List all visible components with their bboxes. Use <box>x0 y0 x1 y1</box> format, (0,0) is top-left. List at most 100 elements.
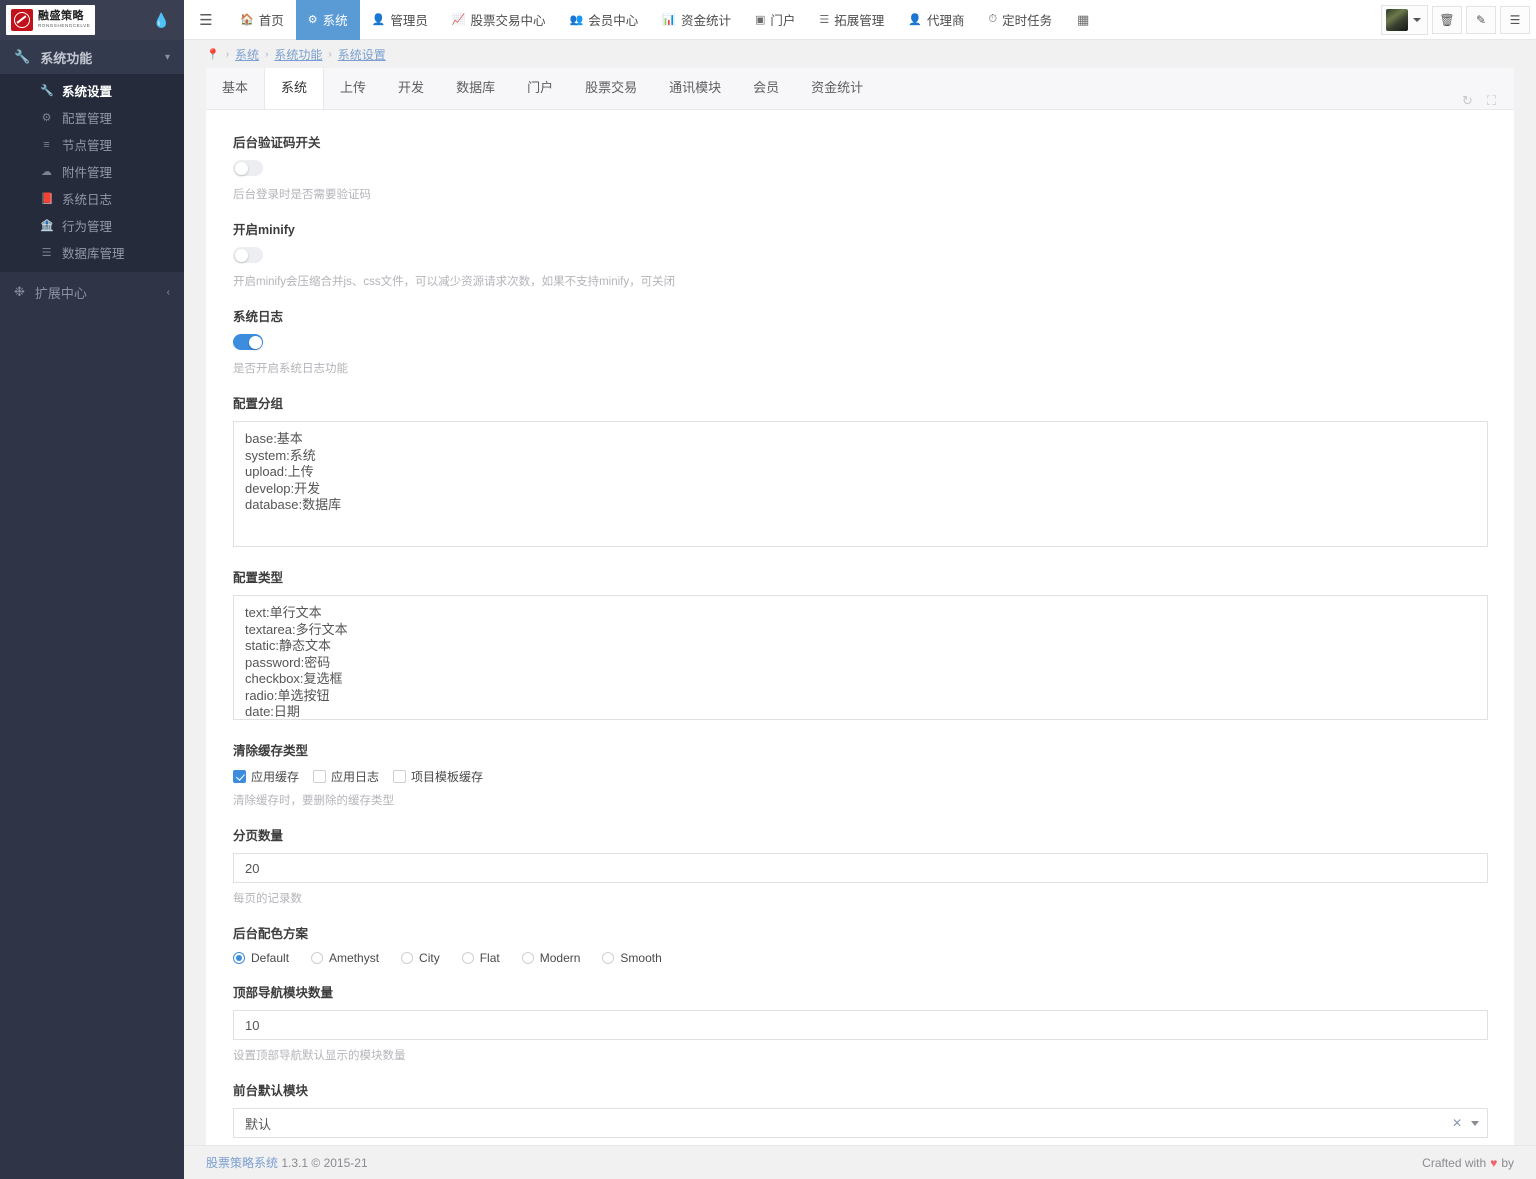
radio-flat[interactable]: Flat <box>461 951 500 965</box>
nav-item-fund-statistics[interactable]: 📊 资金统计 <box>650 0 743 40</box>
nav-item-member-center[interactable]: 👥 会员中心 <box>558 0 651 40</box>
footer-product-link[interactable]: 股票策略系统 <box>206 1154 278 1171</box>
sidebar-item-label: 数据库管理 <box>62 247 125 261</box>
gear-icon: ⚙ <box>307 14 318 26</box>
radio-default[interactable]: Default <box>233 951 289 965</box>
pencil-square-icon[interactable]: ✎ <box>1466 5 1496 34</box>
checkbox-app-cache[interactable]: 应用缓存 <box>233 768 299 785</box>
field-config-type: 配置类型 text:单行文本 textarea:多行文本 static:静态文本… <box>233 567 1488 723</box>
field-help: 清除缓存时，要删除的缓存类型 <box>233 795 394 807</box>
grid-apps-icon[interactable]: ▦ <box>1064 0 1102 40</box>
radio-dot[interactable] <box>233 952 245 964</box>
sidebar-item-config-manage[interactable]: ⚙ 配置管理 <box>0 104 184 131</box>
tab-fund-statistics[interactable]: 资金统计 <box>795 68 879 109</box>
clear-x-icon[interactable]: ✕ <box>1452 1116 1462 1130</box>
sidebar-group-system[interactable]: 🔧 系统功能 ▾ <box>0 40 184 74</box>
tab-stock-trading[interactable]: 股票交易 <box>569 68 653 109</box>
checkbox-project-template-cache[interactable]: 项目模板缓存 <box>393 768 483 785</box>
sidebar-item-attachment-manage[interactable]: ☁ 附件管理 <box>0 158 184 185</box>
nav-item-admin[interactable]: 👤 管理员 <box>360 0 440 40</box>
radio-dot[interactable] <box>521 952 534 964</box>
list-lines-icon[interactable]: ☰ <box>1500 5 1530 34</box>
breadcrumb-item-system-function[interactable]: 系统功能 <box>274 46 322 63</box>
tab-database[interactable]: 数据库 <box>440 68 511 109</box>
nav-item-label: 系统 <box>322 14 348 28</box>
checkbox-app-log[interactable]: 应用日志 <box>313 768 379 785</box>
hamburger-icon[interactable]: ☰ <box>184 0 228 40</box>
expand-icon[interactable]: ⛶ <box>1487 93 1496 109</box>
field-cache-types: 清除缓存类型 应用缓存 应用日志 项目模板缓存 清除缓存时，要删除的缓存类型 <box>233 740 1488 808</box>
field-label: 前台默认模块 <box>233 1084 309 1098</box>
nav-item-system[interactable]: ⚙ 系统 <box>295 0 360 40</box>
radio-modern[interactable]: Modern <box>521 951 580 965</box>
top-nav: 🏠 首页 ⚙ 系统 👤 管理员 📈 股票交易中心 👥 会员中心 📊 资金统计 ▣… <box>228 0 1102 40</box>
syslog-toggle[interactable] <box>233 334 263 350</box>
list-icon: ≡ <box>43 138 50 151</box>
trash-icon[interactable]: 🗑 <box>1432 5 1462 34</box>
nav-item-stock-trading-center[interactable]: 📈 股票交易中心 <box>440 0 558 40</box>
select-value: 默认 <box>245 1116 272 1132</box>
config-type-textarea[interactable]: text:单行文本 textarea:多行文本 static:静态文本 pass… <box>233 595 1488 720</box>
field-label: 开启minify <box>233 223 295 237</box>
checkbox-box[interactable] <box>313 770 327 783</box>
sidebar-item-system-log[interactable]: 📕 系统日志 <box>0 185 184 212</box>
radio-dot[interactable] <box>461 952 474 964</box>
page-size-input[interactable] <box>233 853 1488 883</box>
checkbox-box[interactable] <box>233 770 246 783</box>
radio-dot[interactable] <box>311 952 324 964</box>
caret-down-icon <box>1413 17 1421 22</box>
nav-item-scheduled-task[interactable]: ⏱ 定时任务 <box>977 0 1065 40</box>
radio-dot[interactable] <box>602 952 615 964</box>
field-label: 系统日志 <box>233 310 284 324</box>
radio-label: Smooth <box>620 951 662 965</box>
nav-item-portal[interactable]: ▣ 门户 <box>743 0 807 40</box>
field-help: 设置顶部导航默认显示的模块数量 <box>233 1050 406 1062</box>
tab-member[interactable]: 会员 <box>737 68 795 109</box>
refresh-icon[interactable]: ↻ <box>1462 93 1473 109</box>
tab-upload[interactable]: 上传 <box>324 68 382 109</box>
cloud-icon: ☁ <box>41 166 52 178</box>
radio-dot[interactable] <box>401 952 414 964</box>
sidebar-item-node-manage[interactable]: ≡ 节点管理 <box>0 131 184 158</box>
tab-basic[interactable]: 基本 <box>206 68 264 109</box>
caret-down-icon[interactable] <box>1471 1120 1479 1126</box>
radio-label: Default <box>251 951 290 965</box>
minify-toggle[interactable] <box>233 247 263 263</box>
nav-item-home[interactable]: 🏠 首页 <box>228 0 296 40</box>
tab-system[interactable]: 系统 <box>264 68 325 109</box>
sidebar-item-system-settings[interactable]: 🔧 系统设置 <box>0 77 184 104</box>
user-icon: 👤 <box>371 14 386 26</box>
radio-smooth[interactable]: Smooth <box>602 951 662 965</box>
nav-item-label: 定时任务 <box>1002 14 1053 28</box>
tab-portal[interactable]: 门户 <box>511 68 569 109</box>
sidebar-item-database-manage[interactable]: ☰ 数据库管理 <box>0 239 184 266</box>
bank-icon: 🏦 <box>40 220 54 232</box>
sidebar-item-extension-center[interactable]: ❉ 扩展中心 ‹ <box>0 275 184 309</box>
user-menu-button[interactable] <box>1381 4 1428 35</box>
checkbox-label: 应用缓存 <box>251 770 300 784</box>
nav-module-count-input[interactable] <box>233 1010 1488 1040</box>
footer-credit: Crafted with ♥ by <box>1422 1156 1514 1170</box>
nav-item-extension-manage[interactable]: ☰ 拓展管理 <box>807 0 896 40</box>
logo-mark-icon <box>11 9 33 31</box>
location-pin-icon: 📍 <box>206 48 220 61</box>
breadcrumb-item-system[interactable]: 系统 <box>235 46 259 63</box>
droplet-icon[interactable]: 💧 <box>153 12 170 29</box>
tab-develop[interactable]: 开发 <box>382 68 440 109</box>
default-module-select[interactable]: 默认 ✕ <box>233 1108 1488 1138</box>
breadcrumb-item-system-settings[interactable]: 系统设置 <box>338 46 386 63</box>
captcha-toggle[interactable] <box>233 160 263 176</box>
tab-communication-module[interactable]: 通讯模块 <box>653 68 737 109</box>
radio-amethyst[interactable]: Amethyst <box>311 951 379 965</box>
chevron-left-icon: ‹ <box>166 286 170 298</box>
config-group-textarea[interactable]: base:基本 system:系统 upload:上传 develop:开发 d… <box>233 421 1488 547</box>
sidebar-item-behavior-manage[interactable]: 🏦 行为管理 <box>0 212 184 239</box>
sidebar-item-label: 系统设置 <box>62 85 113 99</box>
content-wrapper: 基本 系统 上传 开发 数据库 门户 股票交易 通讯模块 会员 资金统计 ↻ ⛶ <box>184 68 1536 1145</box>
chart-line-icon: 📈 <box>451 14 466 26</box>
brand-logo[interactable]: 融盛策略 RONGSHENGCELVE <box>6 5 96 35</box>
color-scheme-options: Default Amethyst City Flat Modern Smooth <box>233 951 1488 965</box>
radio-city[interactable]: City <box>401 951 440 965</box>
checkbox-box[interactable] <box>393 770 407 783</box>
nav-item-agent[interactable]: 👤 代理商 <box>896 0 976 40</box>
